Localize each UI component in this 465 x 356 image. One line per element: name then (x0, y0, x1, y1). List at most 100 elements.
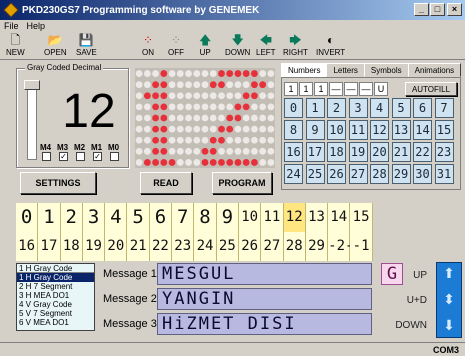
led-dot[interactable] (135, 103, 143, 111)
led-dot[interactable] (152, 103, 159, 111)
digit-cell[interactable]: 12 (283, 203, 306, 232)
led-dot[interactable] (218, 136, 225, 144)
digit-cell[interactable]: 4 (105, 203, 128, 232)
digit-cell[interactable]: 0 (16, 203, 39, 232)
number-glyph-cell[interactable]: 29 (391, 164, 411, 184)
led-dot[interactable] (185, 92, 192, 100)
digit-cell[interactable]: -2- (328, 232, 353, 261)
led-dot[interactable] (135, 125, 143, 133)
led-dot[interactable] (201, 103, 209, 111)
tab-letters[interactable]: Letters (326, 63, 365, 77)
led-dot[interactable] (251, 92, 258, 100)
number-glyph-cell[interactable]: 16 (284, 142, 303, 162)
code-list-item[interactable]: 1 H Gray Code (17, 273, 94, 282)
digit-cell[interactable]: 7 (172, 203, 195, 232)
number-glyph-cell[interactable]: 2 (327, 98, 346, 118)
read-button[interactable]: READ (140, 172, 192, 194)
digit-cell[interactable]: 1 (38, 203, 61, 232)
led-dot[interactable] (152, 159, 159, 166)
led-dot[interactable] (143, 70, 151, 77)
digit-cell[interactable]: 17 (38, 232, 61, 261)
led-dot[interactable] (168, 159, 176, 166)
digit-cell[interactable]: 15 (350, 203, 373, 232)
digit-cell[interactable]: 6 (149, 203, 173, 232)
led-dot[interactable] (152, 81, 159, 89)
led-dot[interactable] (226, 159, 234, 166)
led-dot[interactable] (185, 103, 192, 111)
led-dot[interactable] (176, 103, 184, 111)
led-dot[interactable] (209, 136, 217, 144)
digit-cell[interactable]: 2 (60, 203, 83, 232)
segment-style-button[interactable]: 1 (284, 82, 298, 96)
digit-cell[interactable]: 20 (105, 232, 128, 261)
led-dot[interactable] (251, 125, 258, 133)
digit-cell[interactable]: 26 (238, 232, 262, 261)
led-dot[interactable] (209, 125, 217, 133)
led-dot[interactable] (234, 136, 242, 144)
toolbar-off-button[interactable]: ⁘ OFF (168, 33, 184, 59)
toolbar-up-button[interactable]: 🡅 UP (199, 33, 211, 59)
led-dot[interactable] (209, 114, 217, 122)
led-dot[interactable] (267, 103, 275, 111)
led-dot[interactable] (193, 125, 201, 133)
led-dot[interactable] (218, 147, 225, 155)
digit-cell[interactable]: 8 (194, 203, 217, 232)
led-dot[interactable] (218, 70, 225, 77)
number-glyph-cell[interactable]: 7 (434, 98, 454, 118)
segment-style-button[interactable]: U (374, 82, 388, 96)
code-type-list[interactable]: 1 H Gray Code 1 H Gray Code 2 H 7 Segment 3… (16, 263, 95, 331)
number-glyph-cell[interactable]: 0 (284, 98, 303, 118)
digit-cell[interactable]: 5 (127, 203, 150, 232)
scroll-down-icon[interactable]: ⬇ (437, 317, 461, 334)
led-dot[interactable] (160, 125, 168, 133)
number-glyph-cell[interactable]: 23 (434, 142, 454, 162)
led-dot[interactable] (267, 136, 275, 144)
led-dot[interactable] (242, 70, 250, 77)
led-dot[interactable] (259, 125, 267, 133)
led-dot[interactable] (176, 70, 184, 77)
program-button[interactable]: PROGRAM (212, 172, 272, 194)
led-dot[interactable] (135, 147, 143, 155)
digit-cell[interactable]: 21 (127, 232, 150, 261)
led-dot[interactable] (209, 147, 217, 155)
led-dot[interactable] (242, 125, 250, 133)
number-glyph-cell[interactable]: 26 (327, 164, 346, 184)
led-dot[interactable] (185, 136, 192, 144)
led-dot[interactable] (234, 159, 242, 166)
led-dot[interactable] (226, 103, 234, 111)
led-dot[interactable] (135, 159, 143, 166)
number-glyph-cell[interactable]: 30 (413, 164, 432, 184)
led-dot[interactable] (201, 136, 209, 144)
toolbar-new-button[interactable]: 🗋 NEW (6, 33, 25, 59)
led-dot[interactable] (168, 147, 176, 155)
bit-checkbox[interactable] (110, 152, 119, 161)
number-glyph-cell[interactable]: 24 (284, 164, 303, 184)
digit-cell[interactable]: 23 (172, 232, 195, 261)
minimize-button[interactable]: _ (414, 3, 429, 16)
code-list-item[interactable]: 4 V Gray Code (17, 300, 94, 309)
led-dot[interactable] (259, 159, 267, 166)
led-dot[interactable] (226, 147, 234, 155)
number-glyph-cell[interactable]: 13 (391, 120, 411, 140)
led-dot[interactable] (152, 136, 159, 144)
led-dot[interactable] (209, 81, 217, 89)
led-dot[interactable] (201, 147, 209, 155)
led-dot[interactable] (242, 103, 250, 111)
digit-cell[interactable]: 29 (305, 232, 329, 261)
led-dot[interactable] (218, 92, 225, 100)
led-dot[interactable] (259, 103, 267, 111)
gray-value-slider-thumb[interactable] (24, 80, 40, 90)
segment-style-button[interactable]: 1 (299, 82, 313, 96)
tab-animations[interactable]: Animations (407, 63, 462, 77)
led-dot[interactable] (201, 125, 209, 133)
bit-checkbox[interactable] (42, 152, 51, 161)
led-dot[interactable] (234, 81, 242, 89)
number-glyph-cell[interactable]: 12 (370, 120, 389, 140)
digit-cell[interactable]: 27 (261, 232, 284, 261)
number-glyph-cell[interactable]: 11 (348, 120, 368, 140)
led-dot[interactable] (168, 114, 176, 122)
led-dot[interactable] (201, 92, 209, 100)
led-dot[interactable] (176, 92, 184, 100)
led-dot[interactable] (176, 125, 184, 133)
tab-symbols[interactable]: Symbols (363, 63, 409, 77)
